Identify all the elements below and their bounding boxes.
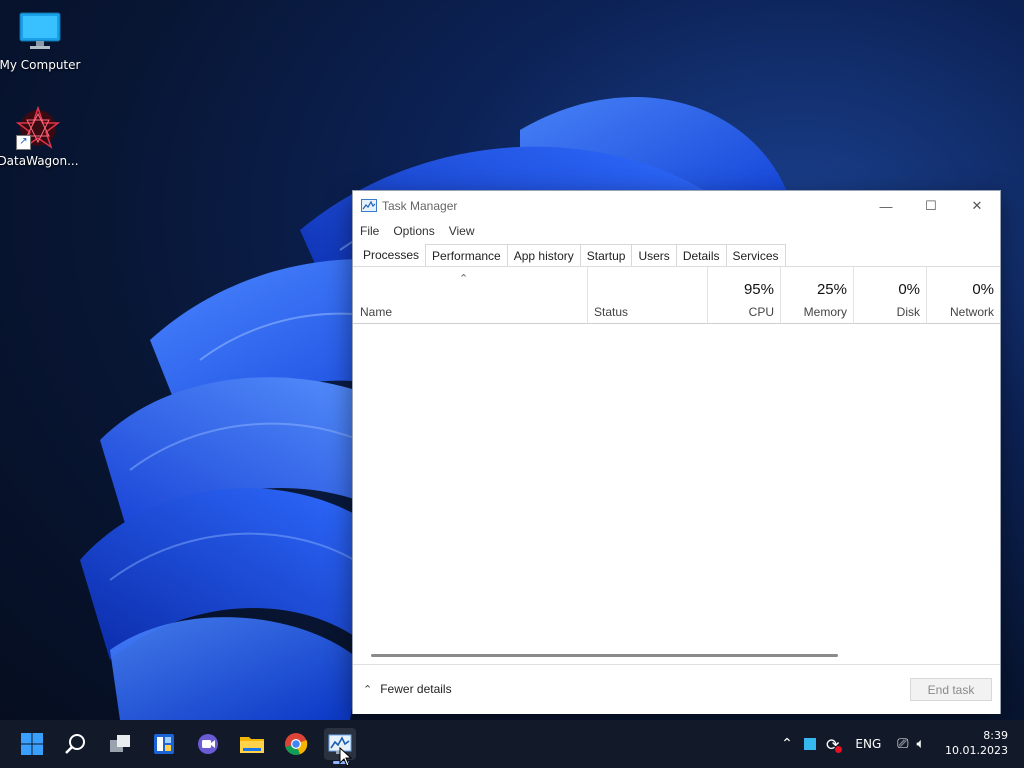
column-label-network: Network: [949, 305, 994, 319]
minimize-button[interactable]: —: [863, 191, 909, 221]
chrome-icon: [285, 733, 308, 756]
file-explorer-button[interactable]: [236, 728, 268, 760]
task-view-icon: [110, 735, 130, 752]
network-icon[interactable]: ⎚: [897, 736, 908, 752]
memory-usage-value: 25%: [816, 281, 847, 298]
process-list[interactable]: [353, 324, 1000, 646]
column-header-name[interactable]: ⌃ Name: [353, 267, 587, 324]
tab-processes[interactable]: Processes: [356, 244, 427, 266]
column-header-disk[interactable]: 0% Disk: [853, 267, 926, 324]
tab-app-history[interactable]: App history: [506, 244, 581, 266]
desktop-icon-my-computer[interactable]: My Computer: [0, 10, 83, 72]
menu-view[interactable]: View: [442, 221, 482, 243]
tray-app-icon[interactable]: [804, 738, 816, 750]
chevron-up-icon[interactable]: ⌃: [778, 736, 796, 752]
column-label-memory: Memory: [803, 305, 847, 319]
window-title: Task Manager: [382, 199, 458, 213]
alert-dot-icon: [835, 745, 843, 753]
sync-icon[interactable]: ⟳: [826, 735, 843, 754]
file-explorer-icon: [240, 737, 264, 753]
language-indicator[interactable]: ENG: [855, 737, 881, 751]
menu-options[interactable]: Options: [386, 221, 441, 243]
disk-usage-value: 0%: [898, 281, 920, 298]
shortcut-arrow-icon: ↗: [16, 135, 31, 150]
sort-ascending-icon: ⌃: [459, 273, 469, 285]
tab-users[interactable]: Users: [631, 244, 677, 266]
menu-bar: File Options View: [353, 221, 482, 243]
task-view-button[interactable]: [104, 728, 136, 760]
chrome-button[interactable]: [280, 728, 312, 760]
cpu-usage-value: 95%: [743, 281, 774, 298]
column-header-network[interactable]: 0% Network: [926, 267, 1000, 324]
column-header-memory[interactable]: 25% Memory: [780, 267, 853, 324]
tab-services[interactable]: Services: [725, 244, 786, 266]
menu-file[interactable]: File: [353, 221, 386, 243]
task-manager-window: Task Manager — ☐ ✕ File Options View Pro…: [352, 190, 1001, 714]
volume-icon[interactable]: 🔈︎: [916, 736, 924, 752]
start-icon: [21, 733, 43, 755]
taskbar-clock[interactable]: 8:39 10.01.2023: [945, 728, 1008, 758]
fewer-details-label: Fewer details: [380, 682, 452, 696]
desktop-icon-datawagon[interactable]: ↗ DataWagon...: [0, 105, 81, 168]
desktop-icon-label: My Computer: [0, 58, 81, 72]
footer-bar: ⌃ Fewer details End task: [353, 664, 1000, 714]
monitor-icon: [18, 10, 62, 54]
tab-details[interactable]: Details: [675, 244, 727, 266]
minimize-icon: —: [879, 198, 893, 214]
column-label-status: Status: [594, 305, 629, 319]
datawagon-logo-icon: ↗: [15, 105, 61, 150]
desktop-icon-label: DataWagon...: [0, 154, 79, 168]
tab-strip: Processes Performance App history Startu…: [356, 244, 786, 266]
chat-icon: [198, 734, 218, 754]
tab-performance[interactable]: Performance: [425, 244, 508, 266]
clock-date: 10.01.2023: [945, 744, 1008, 757]
search-icon: [65, 734, 85, 754]
end-task-button[interactable]: End task: [910, 678, 992, 701]
column-header-cpu[interactable]: 95% CPU: [707, 267, 780, 324]
chat-button[interactable]: [192, 728, 224, 760]
mouse-cursor-icon: [339, 747, 353, 767]
network-usage-value: 0%: [972, 281, 994, 298]
close-icon: ✕: [971, 198, 983, 213]
fewer-details-button[interactable]: ⌃ Fewer details: [363, 682, 452, 696]
title-bar[interactable]: Task Manager — ☐ ✕: [353, 191, 1000, 221]
column-label-name: Name: [360, 305, 393, 319]
scrollbar-thumb[interactable]: [371, 654, 838, 657]
maximize-icon: ☐: [925, 198, 937, 213]
column-label-cpu: CPU: [748, 305, 774, 319]
task-manager-app-icon: [361, 199, 377, 212]
column-header-status[interactable]: Status: [587, 267, 707, 324]
close-button[interactable]: ✕: [954, 191, 1000, 221]
maximize-button[interactable]: ☐: [908, 191, 954, 221]
widgets-icon: [154, 734, 174, 754]
system-tray: ⌃ ⟳ ENG ⎚ 🔈︎: [778, 720, 925, 768]
clock-time: 8:39: [983, 729, 1008, 742]
chevron-up-icon: ⌃: [363, 683, 373, 696]
start-button[interactable]: [16, 728, 48, 760]
column-label-disk: Disk: [896, 305, 920, 319]
widgets-button[interactable]: [148, 728, 180, 760]
tab-startup[interactable]: Startup: [579, 244, 633, 266]
search-button[interactable]: [60, 728, 92, 760]
